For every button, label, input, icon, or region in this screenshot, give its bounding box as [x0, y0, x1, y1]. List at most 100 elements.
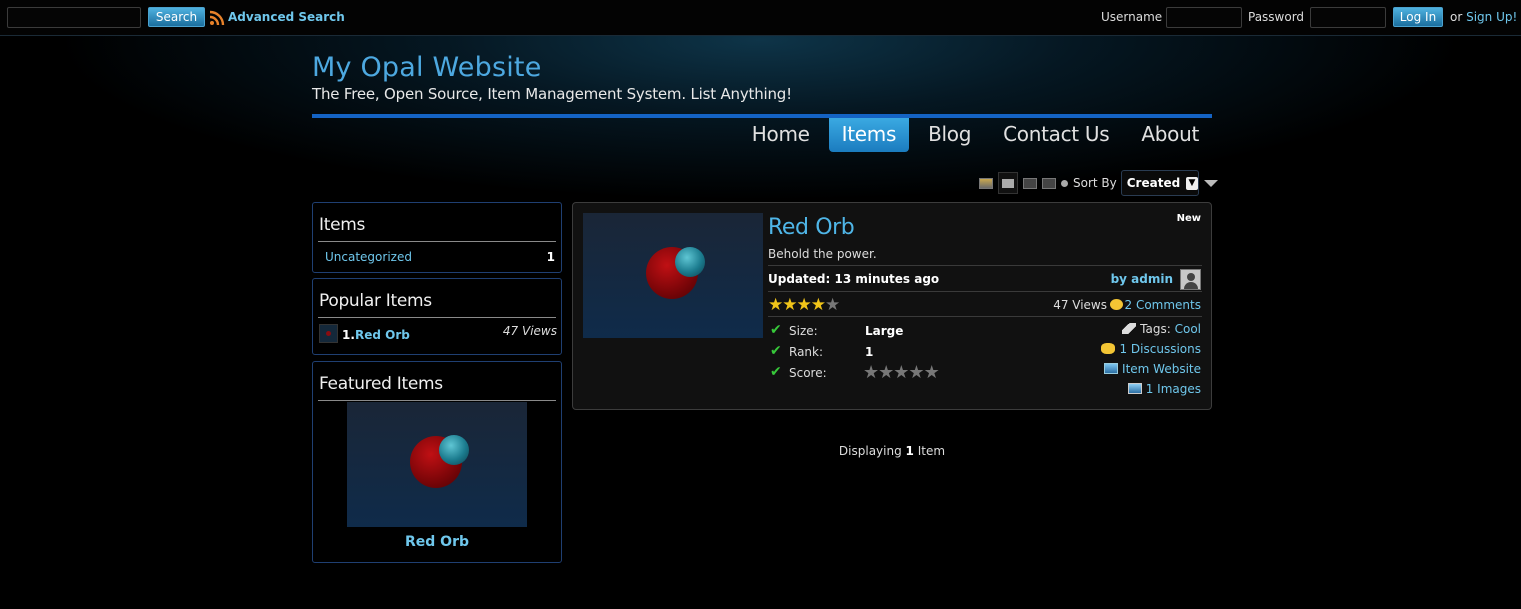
attribute-row: ✔ Rank: 1 [770, 343, 970, 361]
search-input[interactable] [7, 7, 141, 28]
featured-item-image[interactable] [347, 402, 527, 527]
popular-items-box: Popular Items 1. Red Orb 47 Views [312, 278, 562, 355]
nav-items[interactable]: Items [828, 118, 910, 152]
attribute-row: ✔ Score: ★★★★★ [770, 362, 970, 383]
advanced-search-link[interactable]: Advanced Search [228, 10, 345, 24]
popular-item-thumbnail[interactable] [319, 324, 338, 343]
star-icon[interactable]: ★ [811, 295, 826, 315]
check-icon: ✔ [770, 364, 782, 380]
category-count: 1 [546, 250, 555, 264]
popular-items-title: Popular Items [318, 279, 556, 318]
blue-orb-shape [675, 247, 705, 277]
star-icon[interactable]: ★ [878, 362, 894, 383]
star-icon[interactable]: ★ [797, 295, 812, 315]
password-field[interactable] [1310, 7, 1386, 28]
signup-link[interactable]: Sign Up! [1466, 10, 1517, 24]
main-nav: Home Items Blog Contact Us About [733, 118, 1212, 152]
popular-item-link[interactable]: Red Orb [355, 328, 410, 342]
star-icon[interactable]: ★ [825, 295, 840, 315]
attribute-label: Size: [789, 324, 818, 338]
star-icon[interactable]: ★ [893, 362, 909, 383]
item-views: 47 Views [1053, 298, 1107, 312]
nav-blog[interactable]: Blog [915, 118, 984, 152]
result-count-number: 1 [905, 444, 914, 458]
tags-label: Tags: [1140, 322, 1171, 336]
table-view-icon[interactable] [1042, 177, 1056, 189]
chevron-down-icon: ▼ [1186, 176, 1198, 190]
star-icon[interactable]: ★ [782, 295, 797, 315]
star-icon[interactable]: ★ [768, 295, 783, 315]
search-button[interactable]: Search [148, 7, 205, 27]
grid-view-icon[interactable] [1023, 177, 1037, 189]
website-icon [1104, 363, 1119, 374]
result-count-prefix: Displaying [838, 444, 902, 458]
divider [768, 316, 1202, 317]
sort-by-label: Sort By [1073, 176, 1117, 190]
star-icon[interactable]: ★ [908, 362, 924, 383]
site-tagline: The Free, Open Source, Item Management S… [312, 85, 792, 103]
nav-about[interactable]: About [1128, 118, 1212, 152]
popular-item-row: 1. Red Orb 47 Views [319, 324, 557, 344]
result-count-suffix: Item [917, 444, 946, 458]
item-updated: Updated: 13 minutes ago [768, 272, 940, 286]
comment-icon [1110, 299, 1123, 310]
featured-item-link[interactable]: Red Orb [313, 534, 561, 550]
map-view-icon[interactable] [1061, 179, 1068, 187]
featured-items-title: Featured Items [318, 362, 556, 401]
images-link[interactable]: 1 Images [1146, 382, 1201, 396]
popular-item-views: 47 Views [502, 324, 557, 338]
items-box-title: Items [318, 203, 556, 242]
category-link[interactable]: Uncategorized [325, 250, 412, 264]
or-text: or [1450, 10, 1463, 24]
gallery-view-icon[interactable] [979, 177, 993, 189]
attribute-value: Large [865, 324, 904, 338]
result-count: Displaying 1 Item [572, 444, 1212, 458]
image-icon [1127, 383, 1142, 394]
avatar[interactable] [1180, 269, 1201, 290]
comments-link[interactable]: 2 Comments [1125, 298, 1202, 312]
attribute-label: Rank: [789, 345, 824, 359]
rss-icon[interactable] [209, 10, 225, 26]
star-icon[interactable]: ★ [863, 362, 879, 383]
check-icon: ✔ [770, 343, 782, 359]
nav-home[interactable]: Home [739, 118, 823, 152]
login-button[interactable]: Log In [1393, 7, 1443, 27]
password-label: Password [1248, 10, 1305, 24]
tags-row: Tags: Cool [1122, 322, 1201, 338]
signup-wrap: or Sign Up! [1450, 10, 1517, 24]
item-card: New Red Orb Behold the power. Updated: 1… [572, 202, 1212, 410]
discussion-icon [1101, 343, 1116, 354]
sort-select[interactable]: Created ▼ [1120, 170, 1199, 196]
attribute-label: Score: [789, 366, 827, 380]
divider [768, 265, 1202, 266]
view-sort-bar: Sort By Created ▼ [979, 170, 1218, 196]
tag-link[interactable]: Cool [1175, 322, 1201, 336]
item-title[interactable]: Red Orb [768, 215, 855, 240]
list-view-icon[interactable] [998, 172, 1018, 194]
nav-contact-us[interactable]: Contact Us [990, 118, 1122, 152]
check-icon: ✔ [770, 322, 782, 338]
discussions-row: 1 Discussions [1101, 342, 1201, 358]
username-label: Username [1101, 10, 1163, 24]
item-image[interactable] [583, 213, 763, 338]
blue-orb-shape [439, 435, 469, 465]
item-website-link[interactable]: Item Website [1122, 362, 1201, 376]
item-description: Behold the power. [768, 247, 877, 261]
divider [768, 291, 1202, 292]
top-bar: Search Advanced Search Username Password… [0, 0, 1521, 36]
website-row: Item Website [1104, 362, 1201, 378]
username-field[interactable] [1166, 7, 1242, 28]
new-badge: New [1176, 213, 1201, 224]
discussions-link[interactable]: 1 Discussions [1119, 342, 1201, 356]
item-author-link[interactable]: by admin [1111, 272, 1173, 286]
site-title[interactable]: My Opal Website [312, 52, 542, 83]
rating-stars[interactable]: ★★★★★ [768, 295, 840, 315]
tag-icon [1122, 323, 1137, 334]
sort-direction-icon[interactable] [1203, 179, 1218, 187]
attribute-row: ✔ Size: Large [770, 322, 970, 340]
score-stars[interactable]: ★★★★★ [863, 362, 940, 383]
images-row: 1 Images [1127, 382, 1201, 398]
featured-items-box: Featured Items Red Orb [312, 361, 562, 563]
star-icon[interactable]: ★ [924, 362, 940, 383]
items-box: Items Uncategorized 1 [312, 202, 562, 273]
